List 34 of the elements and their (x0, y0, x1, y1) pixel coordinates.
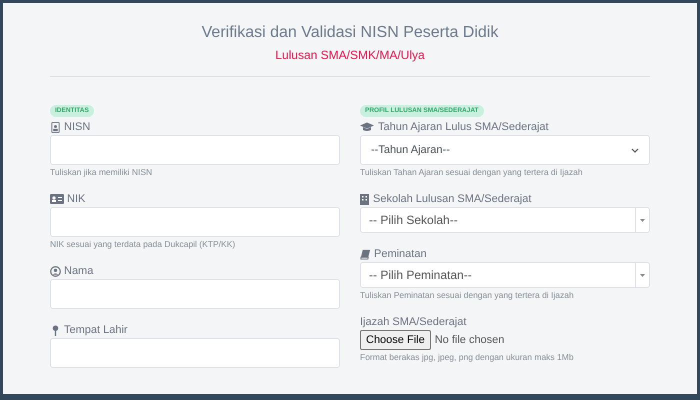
page-title: Verifikasi dan Validasi NISN Peserta Didik (200, 23, 500, 43)
select-field[interactable]: -- Pilih Peminatan-- (360, 262, 650, 288)
help-text: NIK sesuai yang terdata pada Dukcapil (KTP/KK) (50, 239, 236, 250)
select-field[interactable]: --Tahun Ajaran-- (360, 135, 650, 165)
building-icon (360, 194, 369, 204)
text-input[interactable] (50, 207, 340, 237)
user-circle-icon (50, 266, 61, 276)
text-input[interactable] (50, 279, 340, 309)
text-input[interactable] (50, 338, 340, 368)
field-label: NIK (67, 192, 86, 207)
id-card-icon (50, 194, 64, 204)
help-text: Tuliskan jika memiliki NISN (50, 167, 154, 178)
select-field[interactable]: -- Pilih Sekolah-- (360, 207, 650, 233)
book-icon (360, 248, 371, 260)
text-input[interactable] (50, 135, 340, 165)
pin-icon (50, 324, 61, 336)
choose-file-button[interactable]: Choose File (360, 330, 431, 350)
help-text: Format berakas jpg, jpeg, png dengan ukuran maks 1Mb (360, 352, 575, 363)
field-label: Tahun Ajaran Lulus SMA/Sederajat (378, 120, 549, 135)
help-text: Tuliskan Peminatan sesuai dengan yang tertera di Ijazah (360, 290, 575, 301)
id-badge-icon (50, 122, 61, 132)
field-label: Sekolah Lulusan SMA/Sederajat (373, 192, 532, 207)
page-subtitle: Lulusan SMA/SMK/MA/Ulya (274, 48, 426, 62)
caret-down-icon (640, 274, 645, 276)
file-status: No file chosen (434, 332, 504, 348)
field-label: Nama (64, 264, 94, 279)
chevron-down-icon (631, 148, 639, 152)
graduation-cap-icon (360, 122, 374, 132)
field-label: Ijazah SMA/Sederajat (360, 314, 466, 330)
field-label: Tempat Lahir (64, 322, 128, 338)
field-label: Peminatan (374, 246, 427, 262)
help-text: Tuliskan Tahan Ajaran sesuai dengan yang tertera di Ijazah (360, 167, 584, 178)
caret-down-icon (640, 218, 645, 222)
field-label: NISN (64, 120, 90, 135)
